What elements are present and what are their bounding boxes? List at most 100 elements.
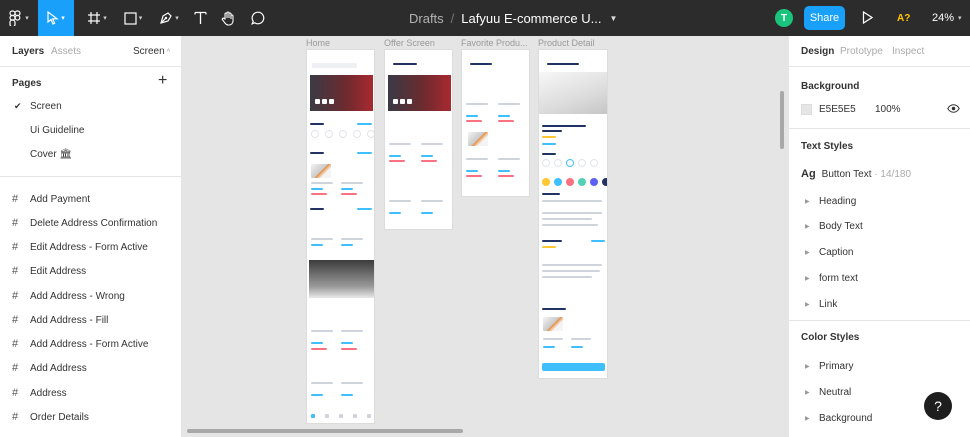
mockup-nav-icon [339,414,343,418]
mockup-price [341,342,353,344]
layer-item[interactable]: # Edit Address [0,261,182,281]
layer-item[interactable]: # Add Address [0,358,182,378]
layer-item[interactable]: # Address [0,383,182,403]
mockup-price [311,342,323,344]
divider [789,66,970,67]
frame-label-home[interactable]: Home [306,38,330,48]
mockup-heading [393,63,417,65]
frame-home[interactable] [306,49,375,424]
mockup-heading [310,208,324,210]
text-tool-icon[interactable] [188,0,212,36]
mockup-text [389,200,411,202]
mockup-flash-sale-banner [310,75,373,111]
text-style-group-label: Heading [819,196,857,207]
background-swatch[interactable] [801,104,812,115]
chevron-down-icon[interactable]: ▼ [609,14,617,23]
background-opacity-input[interactable]: 100% [875,104,901,115]
mockup-color-option [554,178,562,186]
frame-offer-screen[interactable] [384,49,453,230]
page-item-cover[interactable]: Cover 🏛 [0,144,182,164]
page-item-screen[interactable]: ✔ Screen [0,96,182,116]
hand-tool-icon[interactable] [216,0,240,36]
vertical-scrollbar[interactable] [780,91,784,149]
tab-design[interactable]: Design [801,46,834,57]
mockup-color-option [566,178,574,186]
mockup-timer-box [393,99,398,104]
mockup-text [542,224,598,226]
pages-header: Pages [12,78,42,89]
mockup-price [543,346,555,348]
mockup-text [311,382,333,384]
layer-item[interactable]: # Add Address - Form Active [0,334,182,354]
mockup-text [542,200,602,202]
tab-prototype[interactable]: Prototype [840,46,883,57]
mockup-discount [498,175,514,177]
frame-icon: # [12,265,19,277]
mockup-nav-icon [353,414,357,418]
mockup-search-bar [312,63,357,68]
mockup-add-to-cart-button [542,363,605,371]
page-selector-label: Screen [133,46,165,57]
frame-product-detail[interactable] [538,49,608,379]
frame-label-product-detail[interactable]: Product Detail [538,38,595,48]
text-style-group-label: Body Text [819,221,863,232]
layer-label: Add Address - Wrong [30,290,125,302]
page-selector[interactable]: Screen ^ [133,46,170,57]
background-hex-input[interactable]: E5E5E5 [819,104,856,115]
frame-label-offer-screen[interactable]: Offer Screen [384,38,435,48]
mockup-discount [466,175,482,177]
frame-label-favorite-product[interactable]: Favorite Produ... [461,38,528,48]
mockup-text [341,382,363,384]
layer-item[interactable]: # Delete Address Confirmation [0,213,182,233]
mockup-price [466,170,478,172]
text-style-button-text[interactable]: Ag Button Text · 14/180 [801,168,911,180]
document-title[interactable]: Drafts / Lafyuu E-commerce U... ▼ [409,0,617,36]
layer-label: Edit Address - Form Active [30,241,148,253]
frame-tool-icon[interactable]: ▾ [80,0,114,36]
text-style-name: Button Text [821,169,872,180]
tab-assets[interactable]: Assets [51,46,81,57]
layer-label: Address [30,387,67,399]
layer-item[interactable]: # Order Details [0,407,182,427]
chevron-down-icon: ▾ [958,15,962,22]
pen-tool-icon[interactable]: ▾ [152,0,186,36]
layer-item[interactable]: # Add Address - Wrong [0,286,182,306]
caret-right-icon: ▶ [805,416,810,422]
mockup-product-image [468,132,488,146]
figma-menu-icon[interactable]: ▾ [4,0,34,36]
mockup-price [341,394,353,396]
tab-layers[interactable]: Layers [12,46,44,57]
title-separator: / [450,10,455,26]
eye-icon[interactable] [947,104,960,116]
mockup-price [571,346,583,348]
mockup-rating [542,246,556,248]
mockup-heading [310,123,324,125]
file-name[interactable]: Lafyuu E-commerce U... [461,11,601,26]
frame-favorite-product[interactable] [461,49,530,197]
avatar[interactable]: T [775,9,793,27]
horizontal-scrollbar[interactable] [187,429,463,433]
move-tool-icon[interactable]: ▾ [38,0,74,36]
layer-label: Add Address - Fill [30,314,109,326]
zoom-control[interactable]: 24% ▾ [932,0,962,36]
page-item-ui-guideline[interactable]: Ui Guideline [0,120,182,140]
help-button[interactable]: ? [924,392,952,420]
layer-item[interactable]: # Add Payment [0,189,182,209]
accessibility-badge[interactable]: A? [897,0,910,36]
color-style-group-label: Neutral [819,387,852,398]
share-button[interactable]: Share [804,6,845,30]
play-icon[interactable] [862,10,874,27]
shape-tool-icon[interactable]: ▾ [116,0,150,36]
canvas[interactable]: Home Offer Screen Favorite Produ... Prod… [183,36,788,437]
comment-tool-icon[interactable] [246,0,270,36]
layer-item[interactable]: # Add Address - Fill [0,310,182,330]
mockup-category-icon [367,130,374,138]
drafts-link[interactable]: Drafts [409,11,444,26]
mockup-discount [311,348,327,350]
add-page-icon[interactable]: + [158,72,167,90]
layer-item[interactable]: # Edit Address - Form Active [0,237,182,257]
mockup-recommended-banner [309,260,374,298]
mockup-title [542,125,586,127]
tab-inspect[interactable]: Inspect [892,46,924,57]
mockup-discount [466,120,482,122]
